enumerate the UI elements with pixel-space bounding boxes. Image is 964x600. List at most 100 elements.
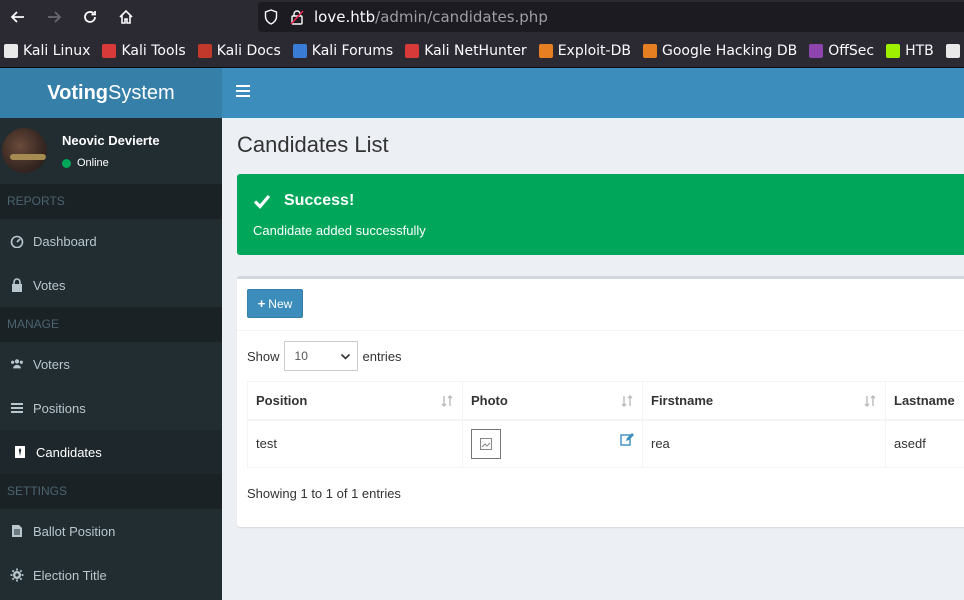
url-path: /admin/candidates.php — [375, 8, 548, 26]
alert-message: Candidate added successfully — [253, 223, 426, 238]
sidebar-item-dashboard[interactable]: Dashboard — [0, 219, 222, 263]
column-label: Lastname — [894, 392, 955, 408]
column-header-lastname[interactable]: Lastname — [885, 381, 964, 421]
entries-select[interactable]: 10 — [283, 341, 358, 371]
sidebar-item-positions[interactable]: Positions — [0, 386, 222, 430]
forward-button[interactable] — [36, 0, 72, 34]
column-label: Photo — [471, 392, 508, 408]
cell-photo — [462, 419, 643, 468]
user-name: Neovic Devierte — [62, 133, 160, 148]
check-icon — [253, 194, 271, 209]
table-row: test rea asedf — [247, 419, 964, 468]
entries-select-value: 10 — [294, 349, 308, 363]
sidebar-item-votes[interactable]: Votes — [0, 263, 222, 307]
candidates-table: Position Photo Firstname Lastname test r… — [247, 381, 964, 468]
reload-button[interactable] — [72, 0, 108, 34]
sidebar-item-label: Voters — [33, 356, 70, 372]
table-info: Showing 1 to 1 of 1 entries — [247, 486, 401, 501]
bookmark-label: Kali Linux — [23, 42, 91, 59]
cell-firstname: rea — [642, 419, 886, 468]
sidebar-item-label: Votes — [33, 277, 66, 293]
shield-icon[interactable] — [258, 9, 284, 25]
url-bar[interactable]: love.htb/admin/candidates.php — [258, 2, 964, 32]
logo-rest: System — [108, 81, 175, 104]
bookmark-label: HTB — [905, 42, 934, 59]
bookmark-label: Kali Forums — [311, 42, 394, 59]
cell-lastname: asedf — [885, 419, 964, 468]
sort-icon — [864, 395, 876, 407]
browser-toolbar: love.htb/admin/candidates.php — [0, 0, 964, 34]
cog-icon — [10, 568, 24, 582]
url-text[interactable]: love.htb/admin/candidates.php — [314, 8, 548, 26]
new-button-label: New — [268, 296, 293, 311]
bookmark-item[interactable]: GitH — [945, 43, 964, 59]
sidebar: Neovic Devierte Online REPORTS Dashboard V… — [0, 118, 222, 600]
bookmark-label: Exploit-DB — [557, 42, 631, 59]
bookmark-favicon-icon — [945, 43, 960, 58]
bookmark-item[interactable]: Kali Linux — [4, 43, 90, 59]
bookmark-item[interactable]: HTB — [886, 43, 934, 59]
bookmark-item[interactable]: Kali Forums — [292, 42, 394, 59]
app-logo[interactable]: Voting System — [0, 68, 222, 118]
candidates-box: + New Show 10 entries Position Photo Fir… — [237, 276, 964, 527]
sidebar-item-label: Election Title — [33, 567, 107, 583]
sidebar-section-header: MANAGE — [0, 307, 222, 342]
sidebar-section-header: SETTINGS — [0, 474, 222, 509]
column-label: Position — [256, 392, 308, 408]
sort-icon — [621, 395, 633, 407]
new-candidate-button[interactable]: + New — [247, 289, 303, 318]
edit-photo-icon[interactable] — [620, 432, 634, 446]
sidebar-menu: REPORTS Dashboard Votes MANAGE Voters Positio… — [0, 184, 222, 597]
plus-icon: + — [257, 296, 266, 311]
bookmark-label: Kali NetHunter — [424, 42, 527, 59]
sidebar-item-ballot-position[interactable]: Ballot Position — [0, 509, 222, 553]
home-icon — [119, 9, 133, 24]
column-header-firstname[interactable]: Firstname — [642, 381, 886, 421]
table-header-row: Position Photo Firstname Lastname — [247, 381, 964, 421]
sidebar-item-label: Dashboard — [33, 233, 97, 249]
sidebar-item-election-title[interactable]: Election Title — [0, 553, 222, 597]
alert-title: Success! — [284, 192, 355, 209]
sidebar-item-label: Candidates — [36, 444, 102, 460]
bookmark-favicon-icon — [405, 43, 420, 58]
lock-icon — [10, 278, 24, 292]
sidebar-section-header: REPORTS — [0, 184, 222, 219]
bookmark-item[interactable]: Exploit-DB — [538, 42, 631, 59]
bookmark-item[interactable]: Kali Tools — [102, 42, 186, 59]
column-header-position[interactable]: Position — [247, 381, 463, 421]
insecure-lock-icon[interactable] — [284, 9, 310, 25]
home-button[interactable] — [108, 0, 144, 34]
bookmark-label: OffSec — [828, 42, 875, 59]
bookmark-favicon-icon — [538, 43, 553, 58]
bookmark-favicon-icon — [4, 43, 18, 58]
main-content: Candidates List Success! Candidate added… — [222, 118, 964, 600]
bookmark-item[interactable]: Kali NetHunter — [405, 42, 527, 59]
sidebar-item-voters[interactable]: Voters — [0, 342, 222, 386]
cell-position: test — [247, 419, 463, 468]
sidebar-item-candidates[interactable]: Candidates — [0, 430, 222, 474]
bookmark-label: Kali Tools — [121, 42, 186, 59]
bookmark-favicon-icon — [197, 43, 212, 58]
column-header-photo[interactable]: Photo — [462, 381, 643, 421]
bookmark-favicon-icon — [102, 43, 117, 58]
bookmark-item[interactable]: Google Hacking DB — [642, 43, 797, 59]
user-status: Online — [62, 157, 109, 169]
sidebar-toggle-icon[interactable] — [236, 85, 250, 99]
bookmarks-bar: Kali Linux Kali Tools Kali Docs Kali Forums… — [0, 34, 964, 68]
back-button[interactable] — [0, 0, 36, 34]
bookmark-label: Kali Docs — [216, 42, 281, 59]
dashboard-icon — [10, 234, 24, 248]
show-label: Show — [247, 348, 280, 364]
success-alert: Success! Candidate added successfully — [237, 174, 964, 255]
candidate-photo — [471, 428, 501, 459]
bookmark-favicon-icon — [886, 43, 901, 58]
bookmark-item[interactable]: OffSec — [809, 43, 874, 59]
column-label: Firstname — [651, 392, 714, 408]
online-dot-icon — [62, 158, 71, 168]
bookmark-favicon-icon — [809, 43, 824, 58]
bookmark-item[interactable]: Kali Docs — [197, 42, 281, 59]
avatar — [2, 128, 47, 173]
bookmark-favicon-icon — [642, 43, 657, 58]
tasks-icon — [10, 401, 24, 415]
sort-icon — [441, 395, 453, 407]
